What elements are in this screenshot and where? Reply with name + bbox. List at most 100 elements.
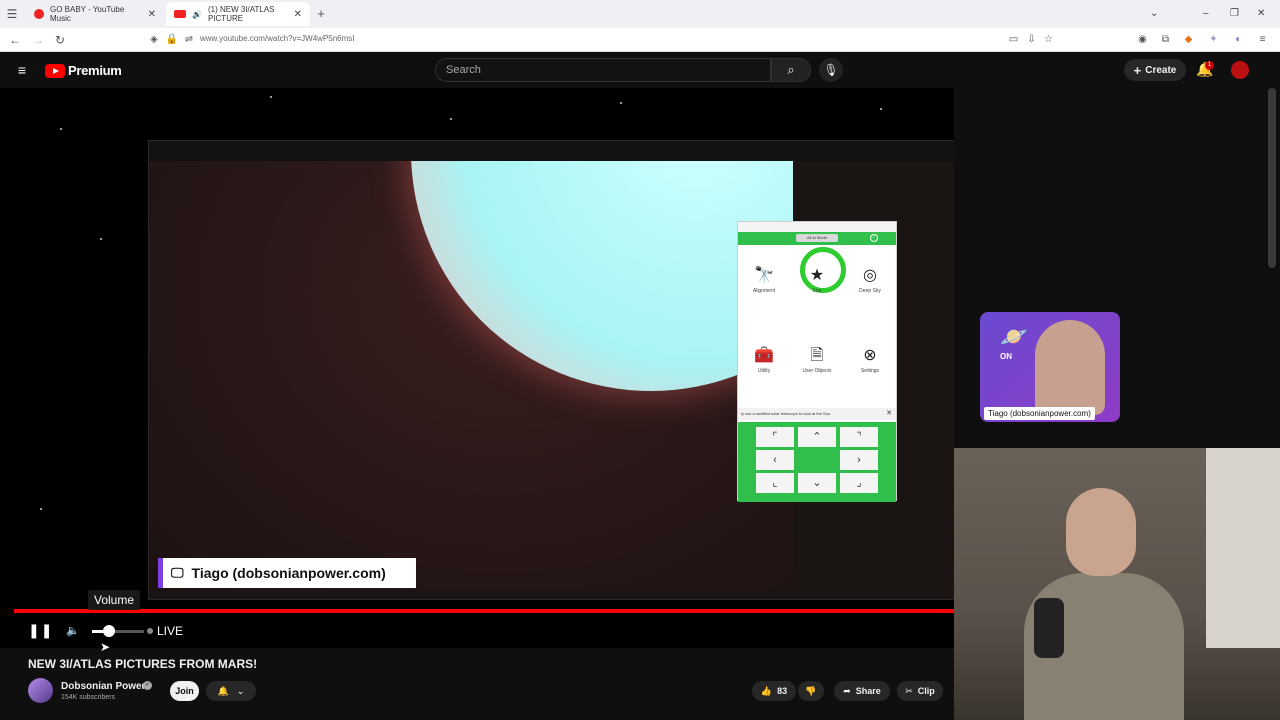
youtube-play-icon (45, 63, 65, 78)
subscribe-notifications-button[interactable]: 🔔 ⌄ (206, 681, 256, 701)
create-button[interactable]: + Create (1124, 59, 1186, 81)
volume-knob[interactable] (103, 625, 115, 637)
live-label[interactable]: LIVE (157, 624, 183, 638)
user-objects-label: User Objects (802, 368, 832, 374)
share-label: Share (855, 686, 881, 696)
youtube-header: ≡ Premium Search ⌕ 🎙 + Create 🔔 (0, 53, 1280, 88)
forward-icon[interactable]: → (31, 33, 45, 47)
like-count: 83 (777, 686, 788, 696)
extension-icon[interactable]: ◐ (1233, 34, 1244, 45)
permissions-icon[interactable]: ⇌ (182, 33, 196, 47)
up-left-arrow-icon[interactable]: ⌜ (756, 427, 794, 447)
tab-label: GO BABY - YouTube Music (50, 5, 125, 23)
volume-icon[interactable]: 🔈 (66, 624, 80, 637)
webcam-feed (954, 448, 1280, 720)
tab-list-icon[interactable]: ☰ (5, 7, 19, 21)
speaker-icon: 🔊 (192, 9, 202, 19)
app-titlebar (738, 222, 896, 232)
dislike-button[interactable]: 👎 (798, 681, 824, 701)
clip-button[interactable]: ✂ Clip (897, 681, 943, 701)
bell-icon: 🔔 (217, 685, 229, 696)
voice-search-button[interactable]: 🎙 (819, 58, 843, 82)
minimize-icon[interactable]: – (1203, 8, 1209, 19)
planet-icon: 🪐 (1000, 324, 1028, 349)
utility-button[interactable]: 🧰 Utility (744, 346, 784, 374)
reload-icon[interactable]: ↻ (53, 33, 67, 47)
down-left-arrow-icon[interactable]: ⌞ (756, 473, 794, 493)
alignment-button[interactable]: 🔭 Alignment (744, 266, 784, 294)
account-avatar[interactable] (1231, 61, 1249, 79)
pause-button[interactable]: ❚❚ (28, 622, 53, 639)
join-button[interactable]: Join (170, 681, 199, 701)
streamer-cam-overlay: 🪐 ON (980, 312, 1120, 422)
star-label: Star (812, 288, 822, 294)
close-icon[interactable]: ✕ (886, 408, 892, 420)
close-tab-icon[interactable]: ✕ (148, 9, 156, 20)
background-door (1206, 448, 1280, 648)
maximize-icon[interactable]: ❐ (1230, 8, 1239, 19)
channel-name[interactable]: Dobsonian Power (61, 681, 145, 692)
user-objects-button[interactable]: 🗎 User Objects (797, 346, 837, 374)
mouse-cursor-icon: ➤ (100, 640, 111, 654)
metamask-icon[interactable]: ◆ (1183, 34, 1194, 45)
close-window-icon[interactable]: ✕ (1257, 8, 1265, 19)
youtube-logo[interactable]: Premium (45, 63, 122, 78)
video-title: NEW 3I/ATLAS PICTURES FROM MARS! (28, 657, 258, 671)
bookmark-star-icon[interactable]: ☆ (1043, 34, 1054, 45)
settings-button[interactable]: ⊗ Settings (850, 346, 890, 374)
up-right-arrow-icon[interactable]: ⌝ (840, 427, 878, 447)
telescope-icon: 🔭 (754, 267, 774, 284)
plus-icon: + (1133, 62, 1142, 78)
right-arrow-icon[interactable]: › (840, 450, 878, 470)
back-icon[interactable]: ← (8, 33, 22, 47)
settings-label: Settings (860, 368, 880, 374)
volume-slider[interactable] (92, 630, 144, 633)
galaxy-icon: ◎ (863, 267, 877, 284)
up-arrow-icon[interactable]: ⌃ (798, 427, 836, 447)
deep-sky-button[interactable]: ◎ Deep Sky (850, 266, 890, 294)
video-player[interactable]: All-in Mode ! 🔭 Alignment ★ Star ◎ Deep … (0, 88, 954, 648)
chevron-down-icon: ⌄ (236, 685, 245, 696)
channel-avatar[interactable] (28, 678, 53, 703)
page-scrollbar[interactable] (1268, 88, 1276, 268)
tab-overflow-icon[interactable]: ⌄ (1150, 8, 1158, 19)
address-bar: ← → ↻ ◈ 🔒 ⇌ www.youtube.com/watch?v=JW4w… (0, 28, 1280, 52)
shield-icon[interactable]: ◈ (147, 33, 161, 47)
new-tab-icon[interactable]: + (314, 7, 328, 21)
share-button[interactable]: ➦ Share (834, 681, 890, 701)
down-right-arrow-icon[interactable]: ⌟ (840, 473, 878, 493)
reader-view-icon[interactable]: ▭ (1008, 34, 1019, 45)
info-icon[interactable]: ! (870, 234, 878, 242)
person-head (1066, 488, 1136, 576)
star-button[interactable]: ★ Star (797, 266, 837, 294)
extension-icon[interactable]: ✦ (1208, 34, 1219, 45)
tab-youtube-music[interactable]: GO BABY - YouTube Music ✕ (26, 2, 164, 26)
search-button[interactable]: ⌕ (771, 58, 811, 82)
url-field[interactable]: www.youtube.com/watch?v=JW4wP5n6msI (200, 34, 355, 43)
hamburger-menu-icon[interactable]: ≡ (15, 63, 29, 77)
toolbox-icon: 🧰 (754, 347, 774, 364)
lock-icon[interactable]: 🔒 (165, 33, 179, 47)
verified-check-icon: ✓ (143, 681, 152, 690)
tab-youtube-video[interactable]: 🔊 (1) NEW 3I/ATLAS PICTURE ✕ (166, 2, 310, 26)
skyportal-app-window: All-in Mode ! 🔭 Alignment ★ Star ◎ Deep … (737, 221, 897, 502)
save-page-icon[interactable]: ⇩ (1026, 34, 1037, 45)
progress-bar[interactable] (14, 609, 954, 613)
direction-pad: ⌜ ⌃ ⌝ ‹ › ⌞ ⌄ ⌟ (738, 422, 896, 502)
close-tab-icon[interactable]: ✕ (294, 9, 302, 20)
down-arrow-icon[interactable]: ⌄ (798, 473, 836, 493)
menu-icon[interactable]: ≡ (1257, 34, 1268, 45)
account-icon[interactable]: ◉ (1137, 34, 1148, 45)
sun-disk (411, 161, 793, 391)
share-icon: ➦ (843, 685, 851, 696)
mode-button[interactable]: All-in Mode (796, 234, 838, 242)
document-icon: 🗎 (810, 347, 824, 364)
search-input[interactable]: Search (435, 58, 771, 82)
like-button[interactable]: 👍 83 (752, 681, 796, 701)
left-arrow-icon[interactable]: ‹ (756, 450, 794, 470)
scissors-icon: ✂ (905, 685, 913, 696)
extensions-icon[interactable]: ⧉ (1160, 34, 1171, 45)
software-toolbar (149, 141, 954, 161)
notification-badge: 1 (1205, 61, 1214, 70)
thumbs-up-icon: 👍 (760, 685, 773, 696)
